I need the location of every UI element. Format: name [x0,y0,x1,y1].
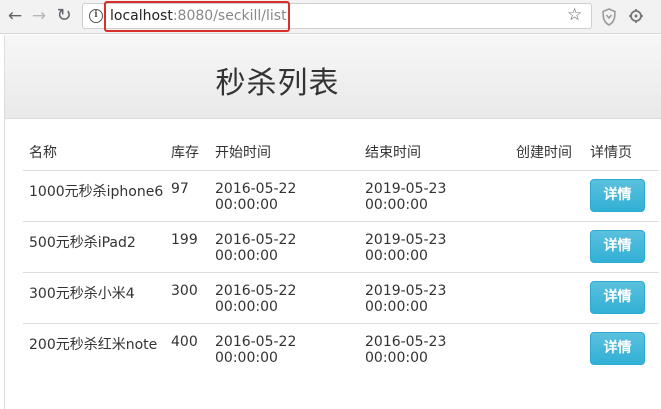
seckill-table: 名称 库存 开始时间 结束时间 创建时间 详情页 1000元秒杀iphone6 … [23,135,659,374]
extension-icon[interactable] [628,8,644,26]
cell-create-time [510,170,584,222]
url-host: localhost [110,8,173,24]
table-header-row: 名称 库存 开始时间 结束时间 创建时间 详情页 [23,135,659,171]
detail-button[interactable]: 详情 [590,280,645,314]
page-content: 秒杀列表 名称 库存 开始时间 结束时间 创建时间 详情页 1000元秒杀iph… [4,35,661,409]
url-text[interactable]: localhost:8080/seckill/list [110,8,287,24]
cell-name: 1000元秒杀iphone6 [23,170,165,222]
cell-end-time: 2019-05-23 00:00:00 [359,272,510,324]
page-title: 秒杀列表 [215,66,340,101]
detail-button[interactable]: 详情 [590,229,645,263]
back-arrow-icon[interactable]: ← [4,5,26,27]
cell-start-time: 2016-05-22 00:00:00 [209,170,359,222]
cell-end-time: 2019-05-23 00:00:00 [359,221,510,273]
header-stock: 库存 [165,135,209,171]
shield-extension-icon[interactable] [601,8,617,26]
cell-detail: 详情 [584,323,659,374]
cell-start-time: 2016-05-22 00:00:00 [215,333,297,366]
url-path: :8080/seckill/list [172,8,287,24]
reload-icon[interactable]: ↻ [53,5,75,27]
detail-button[interactable]: 详情 [590,331,645,365]
browser-toolbar: ← → ↻ i localhost:8080/seckill/list ☆ [0,0,661,34]
cell-create-time [510,323,584,374]
cell-stock: 300 [165,272,209,324]
table-row: 300元秒杀小米4 300 2016-05-22 00:00:00 2019-0… [23,272,659,324]
forward-arrow-icon[interactable]: → [28,5,50,27]
cell-create-time [510,272,584,324]
bookmark-star-icon[interactable]: ☆ [567,5,582,25]
panel-heading: 秒杀列表 [5,35,661,119]
table-row: 200元秒杀红米note 400 2016-05-22 00:00:00 201… [23,323,659,374]
table-row: 500元秒杀iPad2 199 2016-05-22 00:00:00 2019… [23,221,659,273]
header-create-time: 创建时间 [510,135,584,171]
cell-detail: 详情 [584,170,659,222]
cell-stock: 400 [171,333,198,350]
cell-name: 500元秒杀iPad2 [23,221,165,273]
header-start-time: 开始时间 [209,135,359,171]
detail-button[interactable]: 详情 [590,178,645,212]
cell-name: 300元秒杀小米4 [23,272,165,324]
cell-create-time [510,221,584,273]
address-bar[interactable]: i localhost:8080/seckill/list ☆ [82,1,592,32]
cell-end-time: 2019-05-23 00:00:00 [359,170,510,222]
cell-detail: 详情 [584,221,659,273]
cell-start-time: 2016-05-22 00:00:00 [209,272,359,324]
cell-end-time: 2016-05-23 00:00:00 [365,333,447,366]
cell-detail: 详情 [584,272,659,324]
info-icon[interactable]: i [89,9,103,23]
cell-start-time: 2016-05-22 00:00:00 [209,221,359,273]
cell-name: 200元秒杀红米note [29,336,158,353]
header-name: 名称 [23,135,165,171]
header-detail: 详情页 [584,135,659,171]
header-end-time: 结束时间 [359,135,510,171]
cell-stock: 97 [165,170,209,222]
table-row: 1000元秒杀iphone6 97 2016-05-22 00:00:00 20… [23,170,659,222]
cell-stock: 199 [165,221,209,273]
